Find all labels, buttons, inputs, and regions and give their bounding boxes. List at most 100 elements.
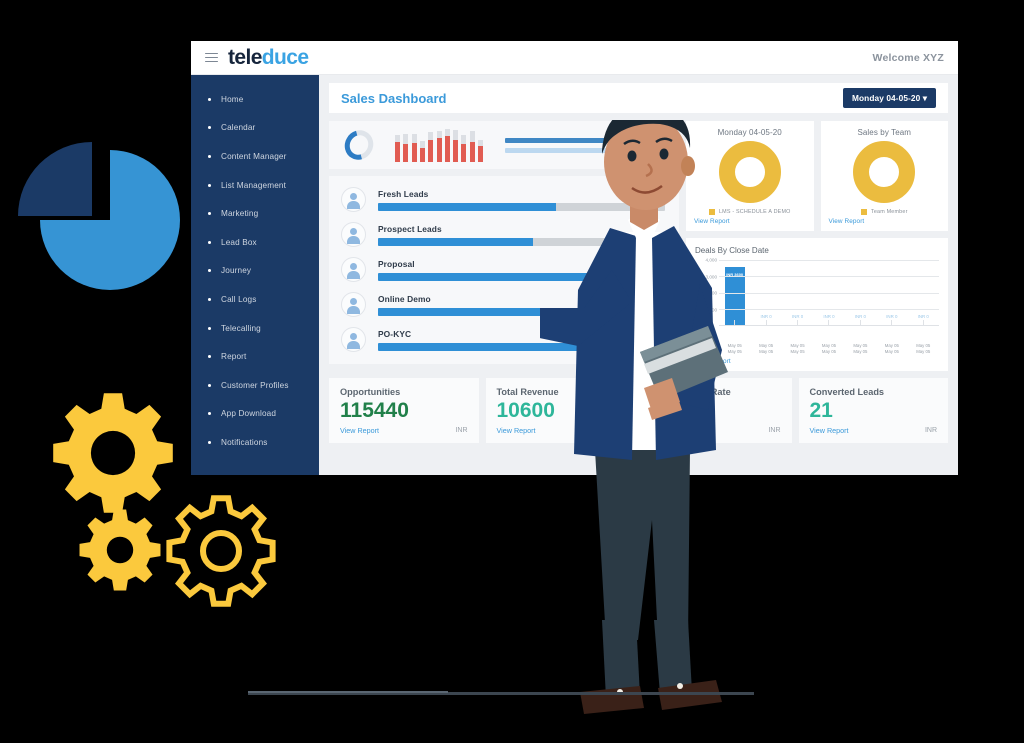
chart-bar-label: INR 0 xyxy=(917,314,929,319)
bullet-icon xyxy=(208,440,211,444)
gear-icon xyxy=(53,393,173,513)
gear-outline-icon xyxy=(166,495,276,607)
user-avatar-icon xyxy=(341,292,366,317)
x-axis-tick-label: May 05 May 05 xyxy=(853,343,868,354)
sidebar-item-list-management[interactable]: List Management xyxy=(191,171,319,200)
bullet-icon xyxy=(208,297,211,301)
kpi-currency-label: INR xyxy=(768,426,781,434)
mini-bar xyxy=(419,128,425,162)
legend-label: Team Member xyxy=(870,209,908,215)
sidebar-item-content-manager[interactable]: Content Manager xyxy=(191,142,319,171)
sidebar-nav: Home Calendar Content Manager List Manageme… xyxy=(191,75,319,475)
page-title: Sales Dashboard xyxy=(341,90,447,106)
sidebar-item-home[interactable]: Home xyxy=(191,85,319,114)
kpi-title: Converted Leads xyxy=(809,386,885,397)
hamburger-icon[interactable] xyxy=(205,50,218,65)
mini-bar-chart xyxy=(395,128,484,162)
mini-bar xyxy=(453,128,459,162)
sidebar-item-label: Customer Profiles xyxy=(221,380,289,390)
sidebar-item-label: Calendar xyxy=(221,123,256,133)
sidebar-item-telecalling[interactable]: Telecalling xyxy=(191,314,319,343)
kpi-value: 21 xyxy=(809,398,833,422)
bullet-icon xyxy=(208,183,211,187)
bullet-icon xyxy=(208,240,211,244)
chart-bar-label: INR 0 xyxy=(854,314,866,319)
kpi-value: 115440 xyxy=(340,398,409,422)
chart-bar-label: INR 0 xyxy=(791,314,804,319)
bullet-icon xyxy=(208,383,211,387)
bullet-icon xyxy=(208,126,211,130)
sidebar-item-customer-profiles[interactable]: Customer Profiles xyxy=(191,371,319,400)
mini-bar xyxy=(411,128,417,162)
sidebar-item-label: Journey xyxy=(221,266,252,276)
sidebar-item-notifications[interactable]: Notifications xyxy=(191,428,319,457)
legend-swatch-icon xyxy=(860,209,867,215)
sidebar-item-label: Call Logs xyxy=(221,294,257,304)
mini-bar xyxy=(478,128,484,162)
x-axis-tick-label: May 05 May 05 xyxy=(790,343,805,354)
logo-text-secondary: duce xyxy=(261,45,309,69)
mini-bar xyxy=(428,128,434,162)
sidebar-item-lead-box[interactable]: Lead Box xyxy=(191,228,319,257)
donut-card: Sales by Team Team Member View Report xyxy=(820,121,948,231)
app-logo[interactable]: teleduce xyxy=(228,45,309,70)
donut-chart xyxy=(853,141,916,203)
donut-card-title: Sales by Team xyxy=(857,128,912,137)
bullet-icon xyxy=(208,355,211,359)
sidebar-item-label: App Download xyxy=(221,409,277,419)
sidebar-item-app-download[interactable]: App Download xyxy=(191,400,319,429)
view-report-link[interactable]: View Report xyxy=(829,218,941,225)
kpi-currency-label: INR xyxy=(455,426,468,434)
mini-bar xyxy=(469,128,475,162)
sidebar-item-label: Report xyxy=(221,352,247,362)
bullet-icon xyxy=(208,326,211,330)
mini-bar xyxy=(395,128,401,162)
pie-slice-minor xyxy=(18,142,92,216)
donut-ring-icon xyxy=(339,124,379,166)
bullet-icon xyxy=(208,212,211,216)
mini-bar xyxy=(444,128,450,162)
sidebar-item-call-logs[interactable]: Call Logs xyxy=(191,285,319,314)
user-avatar-icon xyxy=(341,257,366,282)
sidebar-item-label: Content Manager xyxy=(221,151,287,161)
kpi-title: Opportunities xyxy=(340,386,401,397)
logo-text-primary: tele xyxy=(228,45,262,69)
sidebar-item-calendar[interactable]: Calendar xyxy=(191,114,319,143)
sidebar-item-marketing[interactable]: Marketing xyxy=(191,199,319,228)
sidebar-item-label: List Management xyxy=(221,180,287,190)
sidebar-item-label: Marketing xyxy=(221,209,259,219)
sidebar-item-label: Home xyxy=(221,94,244,104)
chart-bar-label: INR 0 xyxy=(886,314,898,319)
sidebar-item-label: Notifications xyxy=(221,437,268,447)
mini-bar xyxy=(403,128,409,162)
sidebar-item-label: Telecalling xyxy=(221,323,261,333)
x-axis-tick-label: May 05 May 05 xyxy=(884,343,899,354)
kpi-currency-label: INR xyxy=(924,426,937,434)
screenshot-canvas: teleduce Welcome XYZ Home Calendar Content… xyxy=(0,0,1024,743)
bullet-icon xyxy=(208,412,211,416)
kpi-view-report-link[interactable]: View Report xyxy=(497,426,536,435)
user-avatar-icon xyxy=(341,327,366,352)
bullet-icon xyxy=(208,97,211,101)
x-axis-tick-label: May 05 May 05 xyxy=(916,343,931,354)
page-title-bar: Sales Dashboard Monday 04-05-20 ▾ xyxy=(329,83,948,113)
businessman-illustration xyxy=(540,120,728,714)
sidebar-item-journey[interactable]: Journey xyxy=(191,257,319,286)
x-axis-tick-label: May 05 May 05 xyxy=(821,343,837,354)
bullet-icon xyxy=(208,154,211,158)
chart-bar-label: INR 0 xyxy=(823,314,835,319)
kpi-card: Converted Leads 21 View Report INR xyxy=(798,377,948,443)
user-avatar-icon xyxy=(341,187,366,212)
user-avatar-icon xyxy=(341,222,366,247)
welcome-label: Welcome XYZ xyxy=(872,51,944,64)
pie-chart-illustration xyxy=(18,142,180,297)
date-range-button[interactable]: Monday 04-05-20 ▾ xyxy=(842,88,936,108)
donut-legend: Team Member xyxy=(829,209,941,215)
gear-icon xyxy=(79,509,161,591)
app-topbar: teleduce Welcome XYZ xyxy=(191,41,958,75)
kpi-view-report-link[interactable]: View Report xyxy=(810,426,849,435)
sidebar-item-report[interactable]: Report xyxy=(191,342,319,371)
bullet-icon xyxy=(208,269,211,273)
mini-bar xyxy=(436,128,442,162)
kpi-view-report-link[interactable]: View Report xyxy=(340,426,379,435)
